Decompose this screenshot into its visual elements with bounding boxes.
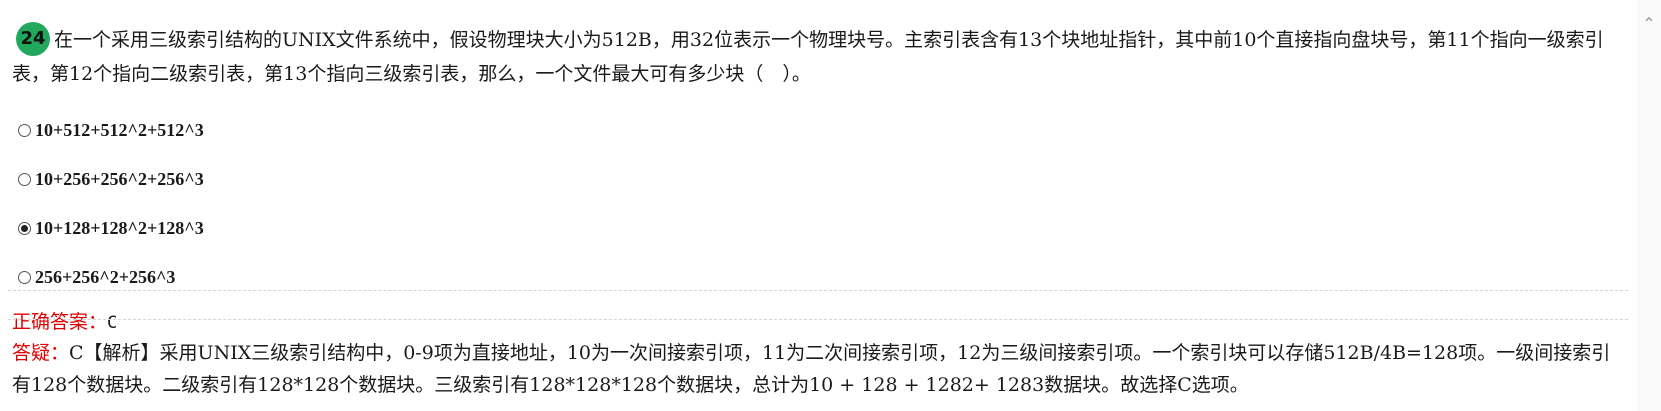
radio-d[interactable]	[18, 271, 31, 284]
explanation-label: 答疑：	[12, 342, 70, 364]
radio-b[interactable]	[18, 173, 31, 186]
option-d-label: 256+256^2+256^3	[35, 267, 176, 287]
option-d[interactable]: 256+256^2+256^3	[18, 253, 204, 302]
question-text: 在一个采用三级索引结构的UNIX文件系统中，假设物理块大小为512B，用32位表…	[12, 29, 1604, 85]
correct-answer: 正确答案：C	[12, 309, 117, 336]
correct-answer-label: 正确答案：	[12, 311, 108, 333]
question-page: 24 在一个采用三级索引结构的UNIX文件系统中，假设物理块大小为512B，用32…	[0, 0, 1628, 411]
divider	[8, 290, 1628, 291]
explanation: 答疑：C【解析】采用UNIX三级索引结构中，0-9项为直接地址，10为一次间接索…	[12, 337, 1622, 401]
chevron-up-icon[interactable]: ⌃	[1639, 14, 1659, 34]
option-b-label: 10+256+256^2+256^3	[35, 169, 204, 189]
option-c[interactable]: 10+128+128^2+128^3	[18, 204, 204, 253]
question-number-badge: 24	[16, 22, 50, 56]
explanation-text: C【解析】采用UNIX三级索引结构中，0-9项为直接地址，10为一次间接索引项，…	[12, 342, 1611, 396]
scrollbar[interactable]	[1637, 0, 1661, 411]
correct-answer-value: C	[107, 313, 118, 333]
divider	[8, 319, 1628, 320]
options-list: 10+512+512^2+512^3 10+256+256^2+256^3 10…	[18, 106, 204, 302]
option-a[interactable]: 10+512+512^2+512^3	[18, 106, 204, 155]
radio-c[interactable]	[18, 222, 31, 235]
option-c-label: 10+128+128^2+128^3	[35, 218, 204, 238]
question-stem: 24 在一个采用三级索引结构的UNIX文件系统中，假设物理块大小为512B，用32…	[12, 22, 1612, 91]
option-b[interactable]: 10+256+256^2+256^3	[18, 155, 204, 204]
radio-a[interactable]	[18, 124, 31, 137]
option-a-label: 10+512+512^2+512^3	[35, 120, 204, 140]
